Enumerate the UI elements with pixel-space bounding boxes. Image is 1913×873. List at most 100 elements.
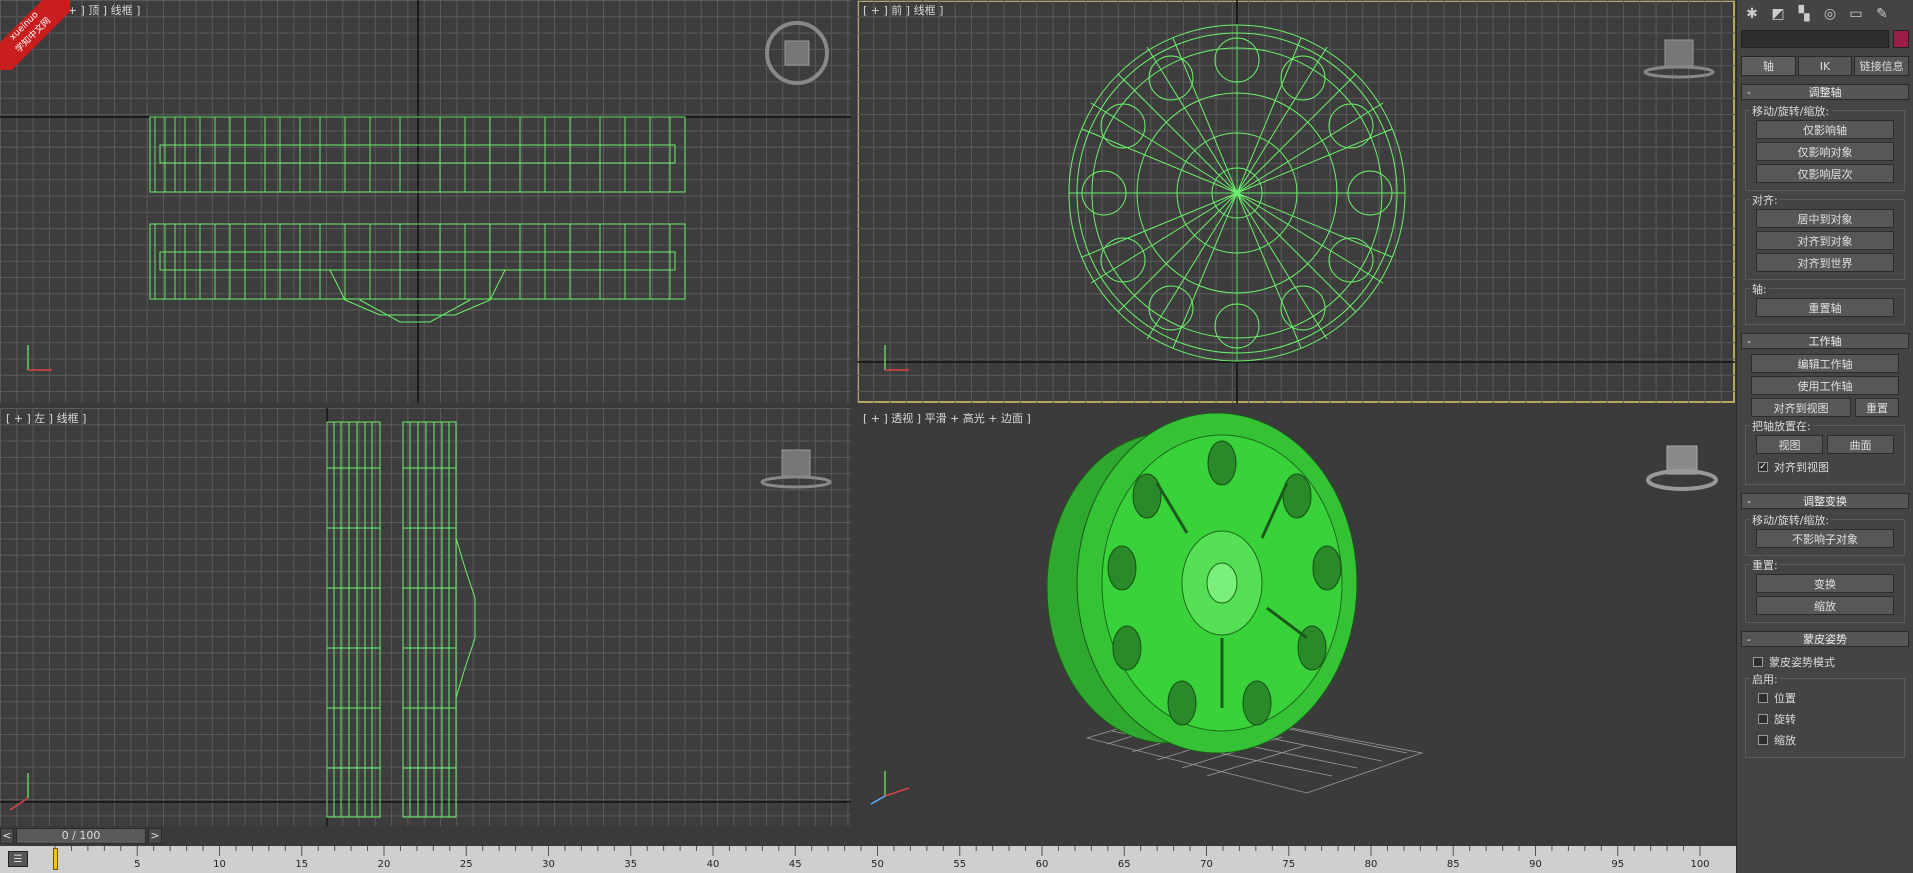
center-to-object-button[interactable]: 居中到对象 [1756, 209, 1894, 228]
viewport-top-label[interactable]: [ + ] 顶 ] 线框 ] [60, 2, 140, 18]
pivot-group: 轴: 重置轴 [1745, 281, 1905, 325]
move-rotate-scale-group: 移动/旋转/缩放: 仅影响轴 仅影响对象 仅影响层次 [1745, 103, 1905, 191]
reset-pivot-button[interactable]: 重置轴 [1756, 298, 1894, 317]
align-to-object-button[interactable]: 对齐到对象 [1756, 231, 1894, 250]
checkbox-checked-icon: ✓ [1758, 462, 1768, 472]
ruler-tick-label: 40 [706, 859, 720, 870]
rollout-title: 调整变换 [1803, 495, 1847, 508]
collapse-icon: - [1747, 494, 1751, 508]
checkbox-label: 对齐到视图 [1774, 461, 1829, 474]
align-to-view-button[interactable]: 对齐到视图 [1751, 398, 1851, 417]
use-working-pivot-button[interactable]: 使用工作轴 [1751, 376, 1899, 395]
left-view-wireframe [0, 408, 851, 826]
align-to-view-checkbox[interactable]: ✓ 对齐到视图 [1758, 459, 1892, 475]
reset-group: 重置: 变换 缩放 [1745, 557, 1905, 623]
view-button[interactable]: 视图 [1756, 435, 1823, 454]
affect-object-only-button[interactable]: 仅影响对象 [1756, 142, 1894, 161]
ruler-tick-label: 30 [542, 859, 555, 870]
group-label: 启用: [1750, 671, 1780, 687]
hierarchy-tabs: 轴 IK 链接信息 [1737, 50, 1913, 80]
scale-checkbox[interactable]: 缩放 [1758, 732, 1892, 748]
rollout-adjust-pivot: - 调整轴 移动/旋转/缩放: 仅影响轴 仅影响对象 仅影响层次 对齐: 居中到… [1741, 84, 1909, 329]
group-label: 对齐: [1750, 192, 1780, 208]
tab-ik[interactable]: IK [1797, 56, 1853, 76]
ruler-tick-label: 90 [1529, 859, 1542, 870]
display-icon[interactable]: ▭ [1845, 3, 1867, 25]
align-to-world-button[interactable]: 对齐到世界 [1756, 253, 1894, 272]
watermark-logo: xueinuo 学知中文网 [0, 0, 70, 70]
group-label: 重置: [1750, 557, 1780, 573]
collapse-icon: - [1747, 334, 1751, 348]
ruler-tick-label: 65 [1117, 859, 1131, 870]
utilities-icon[interactable]: ✎ [1871, 3, 1893, 25]
checkbox-label: 蒙皮姿势模式 [1769, 656, 1835, 669]
move-rotate-scale-group: 移动/旋转/缩放: 不影响子对象 [1745, 512, 1905, 556]
motion-icon[interactable]: ◎ [1819, 3, 1841, 25]
create-icon[interactable]: ✱ [1741, 3, 1763, 25]
checkbox-icon [1758, 693, 1768, 703]
rotation-checkbox[interactable]: 旋转 [1758, 711, 1892, 727]
time-slider[interactable]: 0 / 100 [16, 827, 146, 844]
modify-icon[interactable]: ◩ [1767, 3, 1789, 25]
viewport-top[interactable]: [ + ] 顶 ] 线框 ] [0, 0, 851, 403]
transform-button[interactable]: 变换 [1756, 574, 1894, 593]
viewport-left[interactable]: [ + ] 左 ] 线框 ] [0, 408, 851, 826]
align-group: 对齐: 居中到对象 对齐到对象 对齐到世界 [1745, 192, 1905, 280]
checkbox-icon [1758, 735, 1768, 745]
affect-pivot-only-button[interactable]: 仅影响轴 [1756, 120, 1894, 139]
rollout-skin-pose-header[interactable]: - 蒙皮姿势 [1741, 631, 1909, 647]
time-slider-bar: < 0 / 100 > [0, 826, 1736, 845]
prev-frame-button[interactable]: < [0, 827, 14, 844]
skin-pose-mode-checkbox[interactable]: 蒙皮姿势模式 [1753, 654, 1897, 670]
playhead[interactable] [53, 848, 58, 870]
checkbox-icon [1753, 657, 1763, 667]
viewport-left-label[interactable]: [ + ] 左 ] 线框 ] [6, 410, 86, 426]
viewport-perspective[interactable]: [ + ] 透视 ] 平滑 + 高光 + 边面 ] [857, 408, 1735, 826]
place-pivot-group: 把轴放置在: 视图 曲面 ✓ 对齐到视图 [1745, 418, 1905, 485]
ruler-tick-label: 10 [213, 859, 226, 870]
hierarchy-icon[interactable]: ▚ [1793, 3, 1815, 25]
rollout-working-pivot-header[interactable]: - 工作轴 [1741, 333, 1909, 349]
ruler-tick-label: 35 [624, 859, 638, 870]
command-panel: ✱ ◩ ▚ ◎ ▭ ✎ 轴 IK 链接信息 - 调整轴 移动/旋转/缩放: 仅影… [1736, 0, 1913, 873]
viewport-front[interactable]: [ + ] 前 ] 线框 ] [857, 0, 1735, 403]
object-name-field[interactable] [1741, 30, 1889, 48]
tab-pivot[interactable]: 轴 [1741, 56, 1796, 76]
ruler-tick-label: 25 [459, 859, 473, 870]
dont-affect-children-button[interactable]: 不影响子对象 [1756, 529, 1894, 548]
ruler-tick-label: 60 [1035, 859, 1049, 870]
viewport-front-label[interactable]: [ + ] 前 ] 线框 ] [863, 2, 943, 18]
object-color-swatch[interactable] [1893, 30, 1909, 48]
rollout-adjust-pivot-header[interactable]: - 调整轴 [1741, 84, 1909, 100]
tab-link-info[interactable]: 链接信息 [1854, 56, 1910, 76]
rollout-adjust-transform-header[interactable]: - 调整变换 [1741, 493, 1909, 509]
group-label: 把轴放置在: [1750, 418, 1813, 434]
ruler-tick-label: 5 [134, 859, 141, 870]
enable-group: 启用: 位置 旋转 缩放 [1745, 671, 1905, 758]
ruler-tick-label: 85 [1446, 859, 1460, 870]
rollout-skin-pose: - 蒙皮姿势 蒙皮姿势模式 启用: 位置 旋转 缩放 [1741, 631, 1909, 762]
group-label: 移动/旋转/缩放: [1750, 512, 1832, 528]
edit-working-pivot-button[interactable]: 编辑工作轴 [1751, 354, 1899, 373]
next-frame-button[interactable]: > [148, 827, 162, 844]
front-view-wireframe [857, 0, 1735, 403]
checkbox-label: 旋转 [1774, 713, 1796, 726]
perspective-render [870, 412, 1718, 805]
checkbox-icon [1758, 714, 1768, 724]
affect-hierarchy-only-button[interactable]: 仅影响层次 [1756, 164, 1894, 183]
command-panel-tabs: ✱ ◩ ▚ ◎ ▭ ✎ [1737, 0, 1913, 28]
ruler-tick-label: 15 [295, 859, 309, 870]
checkbox-label: 位置 [1774, 692, 1796, 705]
group-label: 轴: [1750, 281, 1769, 297]
surface-button[interactable]: 曲面 [1827, 435, 1894, 454]
collapse-icon: - [1747, 632, 1751, 646]
reset-button[interactable]: 重置 [1855, 398, 1899, 417]
track-bar[interactable]: ☰ 5 10 15 20 25 30 35 40 45 50 55 60 65 70 75 80 85 90 95 1… [0, 846, 1736, 873]
viewport-perspective-label[interactable]: [ + ] 透视 ] 平滑 + 高光 + 边面 ] [863, 410, 1031, 426]
position-checkbox[interactable]: 位置 [1758, 690, 1892, 706]
ruler-tick-label: 75 [1282, 859, 1296, 870]
scale-button[interactable]: 缩放 [1756, 596, 1894, 615]
rollout-title: 蒙皮姿势 [1803, 633, 1847, 646]
ruler-tick-label: 55 [953, 859, 967, 870]
ruler-tick-label: 20 [377, 859, 391, 870]
